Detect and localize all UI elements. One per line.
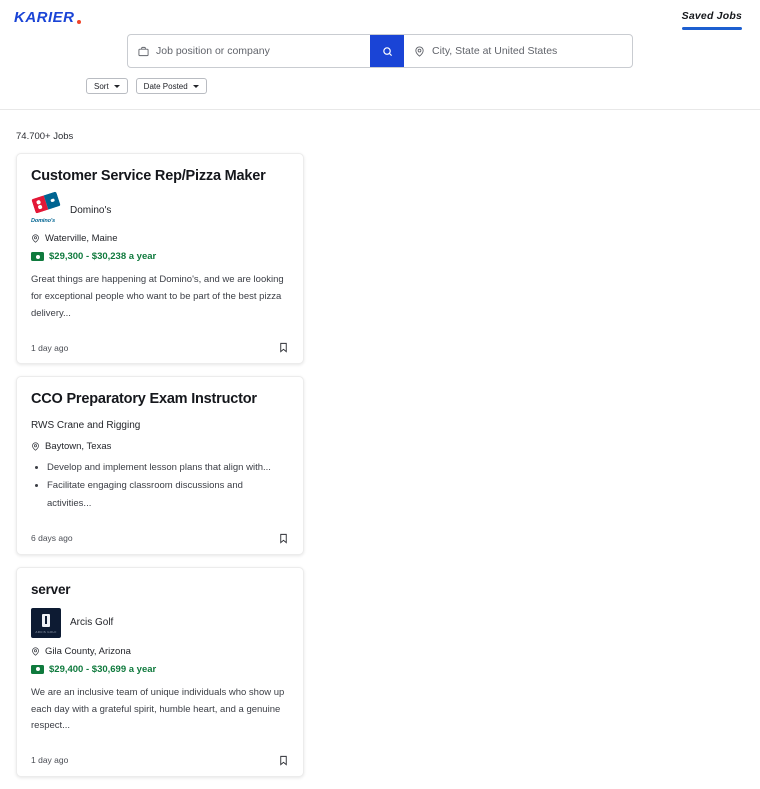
job-card[interactable]: CCO Preparatory Exam Instructor RWS Cran… bbox=[16, 376, 304, 555]
money-icon bbox=[31, 252, 44, 262]
keyword-search-placeholder: Job position or company bbox=[156, 45, 270, 57]
briefcase-icon bbox=[138, 46, 149, 57]
job-card-footer: 1 day ago bbox=[31, 334, 289, 363]
map-pin-icon bbox=[31, 234, 40, 244]
job-card-footer: 6 days ago bbox=[31, 525, 289, 554]
brand-logo[interactable]: KARIER bbox=[14, 9, 81, 26]
map-pin-icon bbox=[414, 45, 425, 57]
nav-item-saved-jobs[interactable]: Saved Jobs bbox=[681, 10, 742, 30]
results-count: 74.700+ Jobs bbox=[16, 131, 74, 142]
chevron-down-icon bbox=[113, 84, 120, 88]
filter-date-posted-label: Date Posted bbox=[143, 81, 188, 91]
bookmark-icon[interactable] bbox=[278, 755, 289, 766]
job-title: server bbox=[31, 581, 71, 597]
job-location-row: Waterville, Maine bbox=[31, 233, 289, 244]
job-company-name: Arcis Golf bbox=[70, 617, 114, 629]
map-pin-icon bbox=[31, 442, 40, 451]
keyword-search-field[interactable]: Job position or company bbox=[128, 35, 370, 67]
job-company-row: RWS Crane and Rigging bbox=[31, 419, 289, 433]
job-location-row: Baytown, Texas bbox=[31, 441, 289, 452]
job-title: CCO Preparatory Exam Instructor bbox=[31, 391, 257, 408]
map-pin-icon bbox=[31, 647, 40, 656]
search-bar: Job position or company City, State at U… bbox=[127, 34, 633, 68]
job-card[interactable]: server ARCIS GOLF Arcis Golf Gila County… bbox=[16, 566, 304, 777]
job-card-footer: 1 day ago bbox=[31, 747, 289, 776]
filter-bar: Sort Date Posted bbox=[86, 78, 207, 94]
dominos-logo-icon: Domino's bbox=[31, 191, 61, 225]
app-header: KARIER Saved Jobs Job position or compan… bbox=[0, 0, 760, 110]
job-location: Gila County, Arizona bbox=[45, 645, 131, 657]
job-description: Great things are happening at Domino's, … bbox=[31, 274, 284, 319]
brand-logo-dot bbox=[76, 20, 81, 24]
brand-logo-text: KARIER bbox=[14, 9, 75, 26]
list-item: Facilitate engaging classroom discussion… bbox=[47, 477, 289, 513]
job-location: Waterville, Maine bbox=[45, 233, 118, 245]
bookmark-icon[interactable] bbox=[278, 342, 289, 353]
nav-item-saved-jobs-label: Saved Jobs bbox=[681, 10, 742, 22]
bookmark-icon[interactable] bbox=[278, 533, 289, 544]
filter-date-posted-button[interactable]: Date Posted bbox=[135, 78, 207, 94]
job-company-name: RWS Crane and Rigging bbox=[31, 420, 141, 432]
search-button[interactable] bbox=[370, 35, 404, 67]
location-search-placeholder: City, State at United States bbox=[432, 45, 558, 57]
job-company-row: ARCIS GOLF Arcis Golf bbox=[31, 607, 289, 638]
job-salary-row: $29,300 - $30,238 a year bbox=[31, 251, 289, 262]
job-location-row: Gila County, Arizona bbox=[31, 646, 289, 657]
job-highlights-list: Develop and implement lesson plans that … bbox=[31, 459, 289, 513]
job-card[interactable]: Customer Service Rep/Pizza Maker Domino'… bbox=[16, 153, 304, 365]
arcis-golf-logo-icon: ARCIS GOLF bbox=[31, 607, 61, 638]
money-icon bbox=[31, 664, 44, 674]
job-company-name: Domino's bbox=[70, 204, 112, 216]
chevron-down-icon bbox=[192, 84, 199, 88]
job-title: Customer Service Rep/Pizza Maker bbox=[31, 168, 266, 184]
job-posted-time: 1 day ago bbox=[31, 755, 69, 766]
filter-sort-label: Sort bbox=[94, 81, 109, 91]
job-results-list: Customer Service Rep/Pizza Maker Domino'… bbox=[16, 153, 304, 789]
job-description: We are an inclusive team of unique indiv… bbox=[31, 686, 285, 732]
job-salary: $29,400 - $30,699 a year bbox=[49, 663, 157, 675]
job-salary: $29,300 - $30,238 a year bbox=[49, 251, 157, 263]
nav-active-underline bbox=[681, 27, 742, 30]
job-posted-time: 6 days ago bbox=[31, 533, 73, 544]
location-search-field[interactable]: City, State at United States bbox=[404, 35, 632, 67]
job-salary-row: $29,400 - $30,699 a year bbox=[31, 664, 289, 675]
filter-sort-button[interactable]: Sort bbox=[86, 78, 128, 94]
search-icon bbox=[382, 46, 393, 57]
list-item: Develop and implement lesson plans that … bbox=[47, 459, 289, 477]
job-location: Baytown, Texas bbox=[45, 440, 112, 452]
job-company-row: Domino's Domino's bbox=[31, 191, 289, 225]
job-posted-time: 1 day ago bbox=[31, 342, 69, 353]
